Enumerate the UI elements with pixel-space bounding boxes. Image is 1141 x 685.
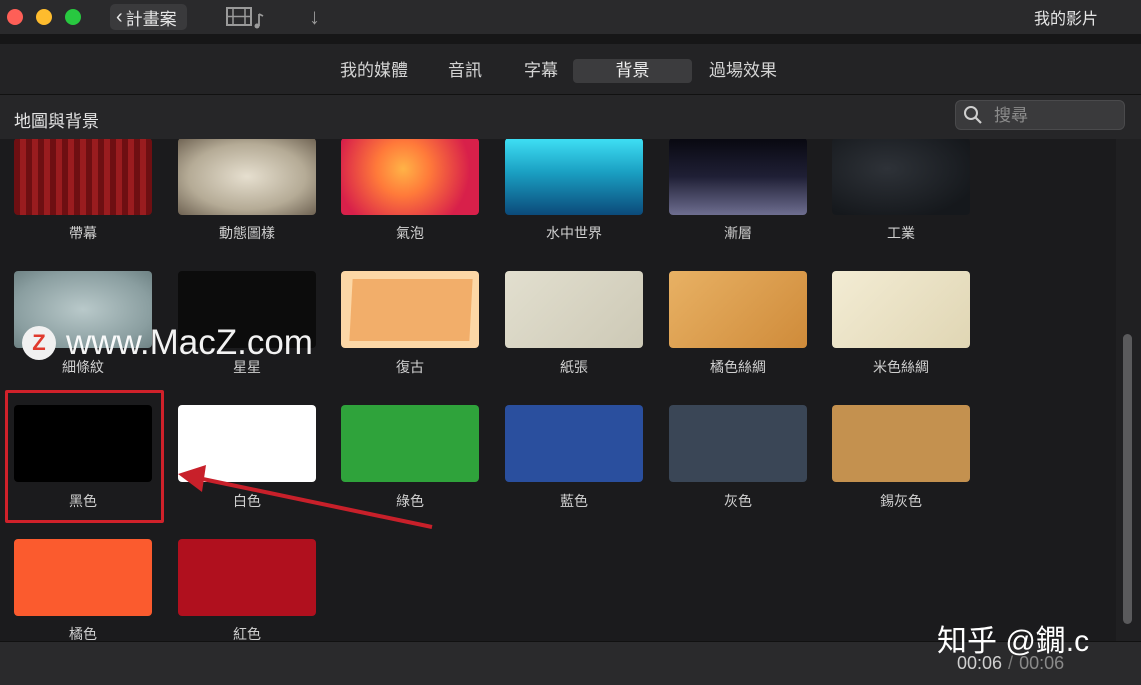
background-label: 橘色絲綢 [710, 359, 766, 375]
back-to-projects-button[interactable]: ‹ 計畫案 [110, 4, 187, 30]
vertical-scrollbar[interactable] [1116, 139, 1141, 641]
download-arrow-icon[interactable]: ↓ [309, 4, 320, 30]
background-label: 錫灰色 [880, 493, 922, 509]
chevron-left-icon: ‹ [116, 6, 123, 28]
scroll-thumb[interactable] [1123, 334, 1132, 624]
background-label: 藍色 [560, 493, 588, 509]
background-tile-blue[interactable] [505, 405, 643, 482]
backgrounds-grid: 帶幕 動態圖樣 氣泡 水中世界 漸層 工業 細條紋 星星 復古 紙張 橘色絲綢 … [0, 139, 1116, 641]
search-icon [964, 106, 982, 124]
background-label: 復古 [396, 359, 424, 375]
macz-logo-icon: Z [22, 326, 56, 360]
background-tile-bubbles[interactable] [341, 139, 479, 215]
background-label: 米色絲綢 [873, 359, 929, 375]
background-tile-white[interactable] [178, 405, 316, 482]
background-label: 紙張 [560, 359, 588, 375]
retro-card-shape [349, 279, 473, 341]
background-label: 綠色 [396, 493, 424, 509]
search-box[interactable] [955, 100, 1125, 130]
close-window-button[interactable] [7, 9, 23, 25]
total-time: 00:06 [1019, 653, 1065, 673]
background-label: 水中世界 [546, 225, 602, 241]
section-title: 地圖與背景 [14, 112, 99, 131]
background-tile-tin-gray[interactable] [832, 405, 970, 482]
background-label: 紅色 [233, 626, 261, 641]
background-tile-orange[interactable] [14, 539, 152, 616]
background-label: 漸層 [724, 225, 752, 241]
background-label: 橘色 [69, 626, 97, 641]
current-time: 00:06 [957, 653, 1003, 673]
background-tile-orange-silk[interactable] [669, 271, 807, 348]
browser-tabs: 我的媒體 音訊 字幕 背景 過場效果 [0, 44, 1141, 94]
background-tile-paper[interactable] [505, 271, 643, 348]
watermark-text: www.MacZ.com [66, 323, 313, 362]
project-title: 我的影片 [1033, 11, 1098, 28]
tab-backgrounds[interactable]: 背景 [573, 59, 692, 83]
tab-titles[interactable]: 字幕 [516, 59, 566, 83]
minimize-window-button[interactable] [36, 9, 52, 25]
highlight-box [5, 390, 164, 523]
tab-my-media[interactable]: 我的媒體 [333, 59, 415, 83]
toolbar-separator [0, 34, 1141, 44]
tab-audio[interactable]: 音訊 [440, 59, 490, 83]
background-tile-green[interactable] [341, 405, 479, 482]
background-tile-beige-silk[interactable] [832, 271, 970, 348]
background-label: 氣泡 [396, 225, 424, 241]
background-tile-red[interactable] [178, 539, 316, 616]
film-music-icon[interactable] [226, 5, 266, 29]
background-label: 白色 [233, 493, 261, 509]
timecode: 00:06/00:06 [957, 653, 1064, 674]
background-tile-industrial[interactable] [832, 139, 970, 215]
search-input[interactable] [992, 104, 1116, 128]
bottom-bar: 知乎 @鐗.c 00:06/00:06 [0, 625, 1141, 685]
background-tile-gray[interactable] [669, 405, 807, 482]
background-tile-dynamic-pattern[interactable] [178, 139, 316, 215]
tab-transitions[interactable]: 過場效果 [700, 59, 786, 83]
back-label: 計畫案 [125, 9, 177, 29]
background-tile-curtain[interactable] [14, 139, 152, 215]
fullscreen-window-button[interactable] [65, 9, 81, 25]
background-label: 動態圖樣 [219, 225, 275, 241]
background-label: 工業 [887, 225, 915, 241]
background-label: 帶幕 [69, 225, 97, 241]
section-header: 地圖與背景 [0, 94, 1141, 140]
background-tile-retro[interactable] [341, 271, 479, 348]
background-tile-underwater[interactable] [505, 139, 643, 215]
background-tile-gradient[interactable] [669, 139, 807, 215]
title-bar: ‹ 計畫案 ↓ 我的影片 [0, 0, 1141, 34]
background-label: 灰色 [724, 493, 752, 509]
watermark: Z www.MacZ.com [22, 323, 313, 363]
time-separator: / [1008, 653, 1014, 673]
